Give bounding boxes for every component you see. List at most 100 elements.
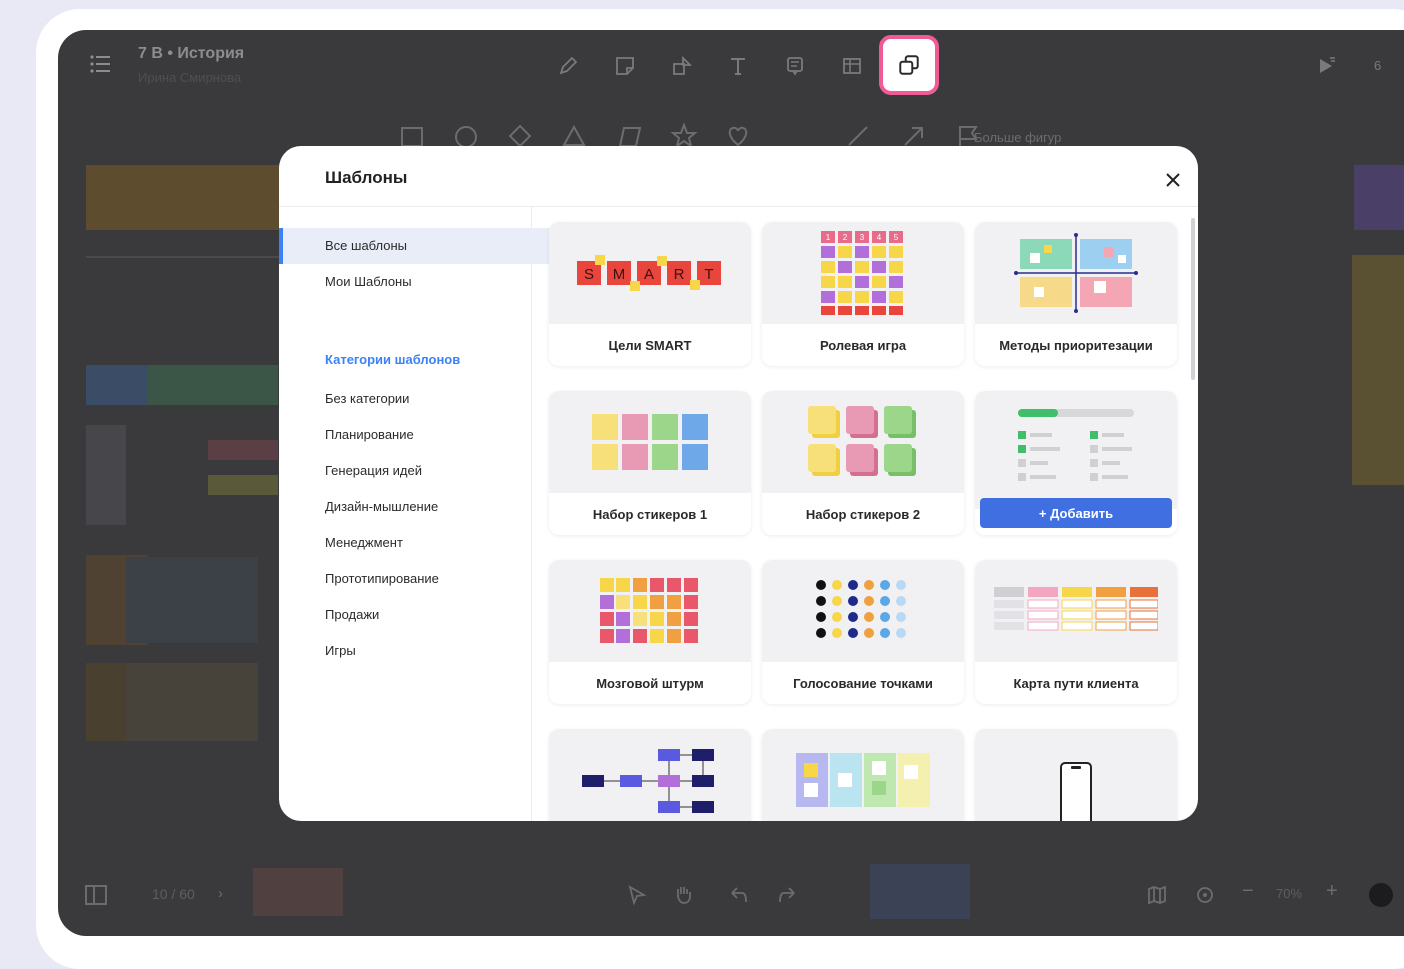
sidebar-item-mine[interactable]: Мои Шаблоны bbox=[279, 264, 577, 300]
stickers-2-preview bbox=[808, 406, 916, 476]
category-sales[interactable]: Продажи bbox=[279, 597, 577, 633]
templates-sidebar: Все шаблоны Мои Шаблоны Категории шаблон… bbox=[279, 207, 577, 821]
board-block bbox=[208, 440, 278, 460]
table-icon[interactable] bbox=[834, 48, 870, 84]
layout-icon[interactable] bbox=[84, 884, 108, 906]
undo-icon[interactable] bbox=[728, 884, 750, 911]
customer-journey-preview bbox=[994, 587, 1158, 631]
stickers-1-preview bbox=[592, 414, 708, 470]
board-image bbox=[126, 557, 258, 643]
template-thumbnail bbox=[549, 391, 751, 493]
top-toolbar: 7 В • История Ирина Смирнова 6 bbox=[58, 30, 1404, 102]
template-label: Карта пути клиента bbox=[1013, 675, 1139, 691]
smart-letter: R bbox=[674, 266, 685, 283]
flowchart-preview bbox=[582, 749, 714, 813]
board-divider bbox=[86, 256, 291, 258]
role-number: 4 bbox=[877, 233, 882, 242]
role-game-preview: 1 2 3 4 5 bbox=[821, 231, 903, 315]
close-icon[interactable] bbox=[1159, 166, 1187, 194]
document-title[interactable]: 7 В • История bbox=[138, 45, 244, 63]
role-number: 1 bbox=[826, 233, 831, 242]
category-none[interactable]: Без категории bbox=[279, 381, 577, 417]
sidebar-item-all[interactable]: Все шаблоны bbox=[279, 228, 577, 264]
board-note bbox=[1354, 165, 1404, 230]
template-card-customer-journey[interactable]: Карта пути клиента bbox=[975, 560, 1177, 704]
add-template-button[interactable]: + Добавить bbox=[980, 498, 1172, 528]
redo-icon[interactable] bbox=[776, 884, 798, 911]
category-design-thinking[interactable]: Дизайн-мышление bbox=[279, 489, 577, 525]
present-icon[interactable] bbox=[1308, 48, 1344, 84]
phone-icon bbox=[1060, 762, 1092, 821]
template-thumbnail bbox=[762, 729, 964, 821]
template-card-smart[interactable]: S M A R T Цели SMART bbox=[549, 222, 751, 366]
category-ideas[interactable]: Генерация идей bbox=[279, 453, 577, 489]
dot-voting-preview bbox=[816, 580, 906, 638]
template-thumbnail bbox=[975, 560, 1177, 662]
templates-button-active[interactable] bbox=[879, 35, 939, 95]
template-card-mobile[interactable] bbox=[975, 729, 1177, 821]
brainstorm-preview bbox=[600, 578, 698, 643]
smart-letter: M bbox=[613, 266, 626, 283]
template-label: Набор стикеров 1 bbox=[592, 506, 708, 522]
template-card-brainstorm[interactable]: Мозговой штурм bbox=[549, 560, 751, 704]
category-prototyping[interactable]: Прототипирование bbox=[279, 561, 577, 597]
categories-heading: Категории шаблонов bbox=[325, 352, 461, 367]
category-management[interactable]: Менеджмент bbox=[279, 525, 577, 561]
zoom-level[interactable]: 70% bbox=[1276, 886, 1302, 901]
pencil-icon[interactable] bbox=[550, 48, 586, 84]
zoom-out-icon[interactable]: − bbox=[1242, 880, 1254, 903]
template-card-kanban[interactable] bbox=[762, 729, 964, 821]
fit-screen-icon[interactable] bbox=[1194, 884, 1216, 911]
template-label: Цели SMART bbox=[608, 337, 692, 353]
kanban-preview bbox=[796, 753, 930, 807]
more-shapes-link[interactable]: Больше фигур bbox=[974, 130, 1061, 145]
templates-icon bbox=[899, 55, 919, 75]
template-thumbnail bbox=[762, 391, 964, 493]
template-label: Голосование точками bbox=[793, 675, 933, 691]
template-thumbnail bbox=[549, 560, 751, 662]
comment-icon[interactable] bbox=[777, 48, 813, 84]
smart-preview: S M A R T bbox=[577, 255, 721, 291]
category-planning[interactable]: Планирование bbox=[279, 417, 577, 453]
modal-title: Шаблоны bbox=[325, 168, 408, 187]
select-cursor-icon[interactable] bbox=[626, 884, 648, 911]
grid-scrollbar[interactable] bbox=[1191, 218, 1195, 380]
template-label: Ролевая игра bbox=[819, 337, 907, 353]
template-card-flowchart[interactable] bbox=[549, 729, 751, 821]
template-card-stickers-2[interactable]: Набор стикеров 2 bbox=[762, 391, 964, 535]
template-thumbnail bbox=[975, 729, 1177, 821]
hand-icon[interactable] bbox=[672, 883, 694, 910]
template-thumbnail bbox=[975, 391, 1177, 509]
template-card-stickers-1[interactable]: Набор стикеров 1 bbox=[549, 391, 751, 535]
board-block bbox=[208, 475, 278, 495]
role-number: 3 bbox=[860, 233, 865, 242]
role-number: 2 bbox=[843, 233, 848, 242]
template-thumbnail bbox=[549, 729, 751, 821]
help-icon[interactable] bbox=[1369, 883, 1393, 907]
template-card-prioritization[interactable]: Методы приоритезации bbox=[975, 222, 1177, 366]
text-icon[interactable] bbox=[720, 48, 756, 84]
map-icon[interactable] bbox=[1146, 884, 1168, 911]
category-games[interactable]: Игры bbox=[279, 633, 577, 669]
template-thumbnail: S M A R T bbox=[549, 222, 751, 324]
zoom-in-icon[interactable]: + bbox=[1326, 880, 1338, 903]
prioritization-preview bbox=[1014, 233, 1138, 313]
template-label: Мозговой штурм bbox=[596, 675, 704, 691]
template-card-checklist[interactable]: + Добавить bbox=[975, 391, 1177, 535]
bottom-toolbar: 10 / 60 › − 70% + bbox=[58, 856, 1404, 936]
template-thumbnail: 1 2 3 4 5 bbox=[762, 222, 964, 324]
sticker-icon[interactable] bbox=[607, 48, 643, 84]
board-block bbox=[86, 425, 126, 525]
user-count: 6 bbox=[1374, 58, 1382, 73]
board-block bbox=[148, 365, 278, 405]
next-page-icon[interactable]: › bbox=[218, 885, 223, 902]
role-number: 5 bbox=[894, 233, 899, 242]
shapes-icon[interactable] bbox=[664, 48, 700, 84]
page-thumbnail[interactable] bbox=[253, 868, 343, 916]
templates-grid: S M A R T Цели SMART 1 2 3 4 5 Ролевая и… bbox=[549, 222, 1179, 821]
template-card-dot-voting[interactable]: Голосование точками bbox=[762, 560, 964, 704]
template-label: Набор стикеров 2 bbox=[805, 506, 921, 522]
board-note bbox=[86, 165, 286, 230]
template-card-role-game[interactable]: 1 2 3 4 5 Ролевая игра bbox=[762, 222, 964, 366]
menu-icon[interactable] bbox=[90, 55, 112, 73]
